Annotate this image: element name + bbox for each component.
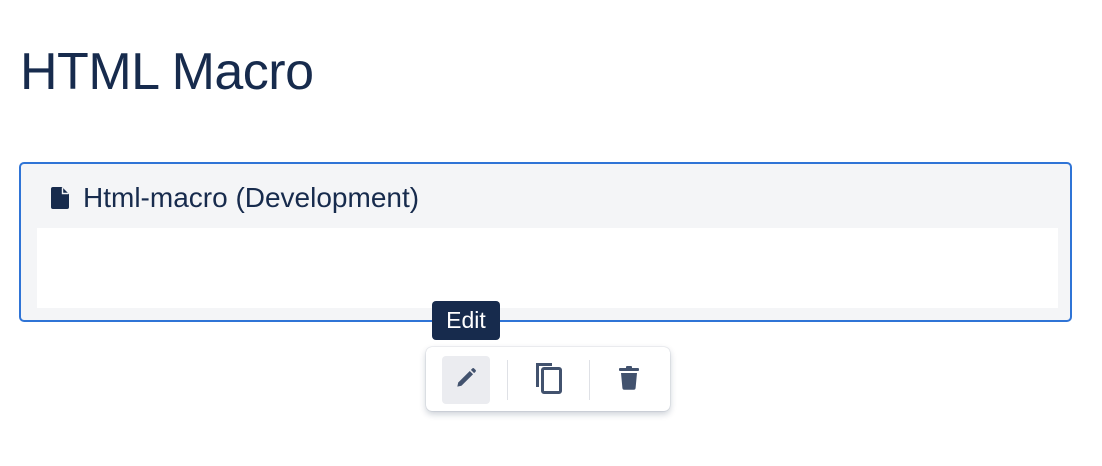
macro-floating-toolbar xyxy=(426,347,670,411)
html-macro-block[interactable]: Html-macro (Development) xyxy=(19,162,1072,322)
pencil-icon xyxy=(453,365,479,396)
macro-title: Html-macro (Development) xyxy=(83,182,420,213)
macro-header: Html-macro (Development) xyxy=(51,180,419,216)
toolbar-separator xyxy=(589,360,590,400)
macro-body[interactable] xyxy=(37,228,1058,308)
edit-tooltip: Edit xyxy=(432,301,500,340)
page: HTML Macro Html-macro (Development) Edit xyxy=(0,0,1102,466)
delete-button[interactable] xyxy=(605,356,653,404)
page-title: HTML Macro xyxy=(20,43,314,101)
copy-icon xyxy=(532,360,564,401)
trash-icon xyxy=(617,365,641,396)
copy-button[interactable] xyxy=(524,356,572,404)
file-icon xyxy=(51,187,69,209)
edit-button[interactable] xyxy=(442,356,490,404)
toolbar-separator xyxy=(507,360,508,400)
